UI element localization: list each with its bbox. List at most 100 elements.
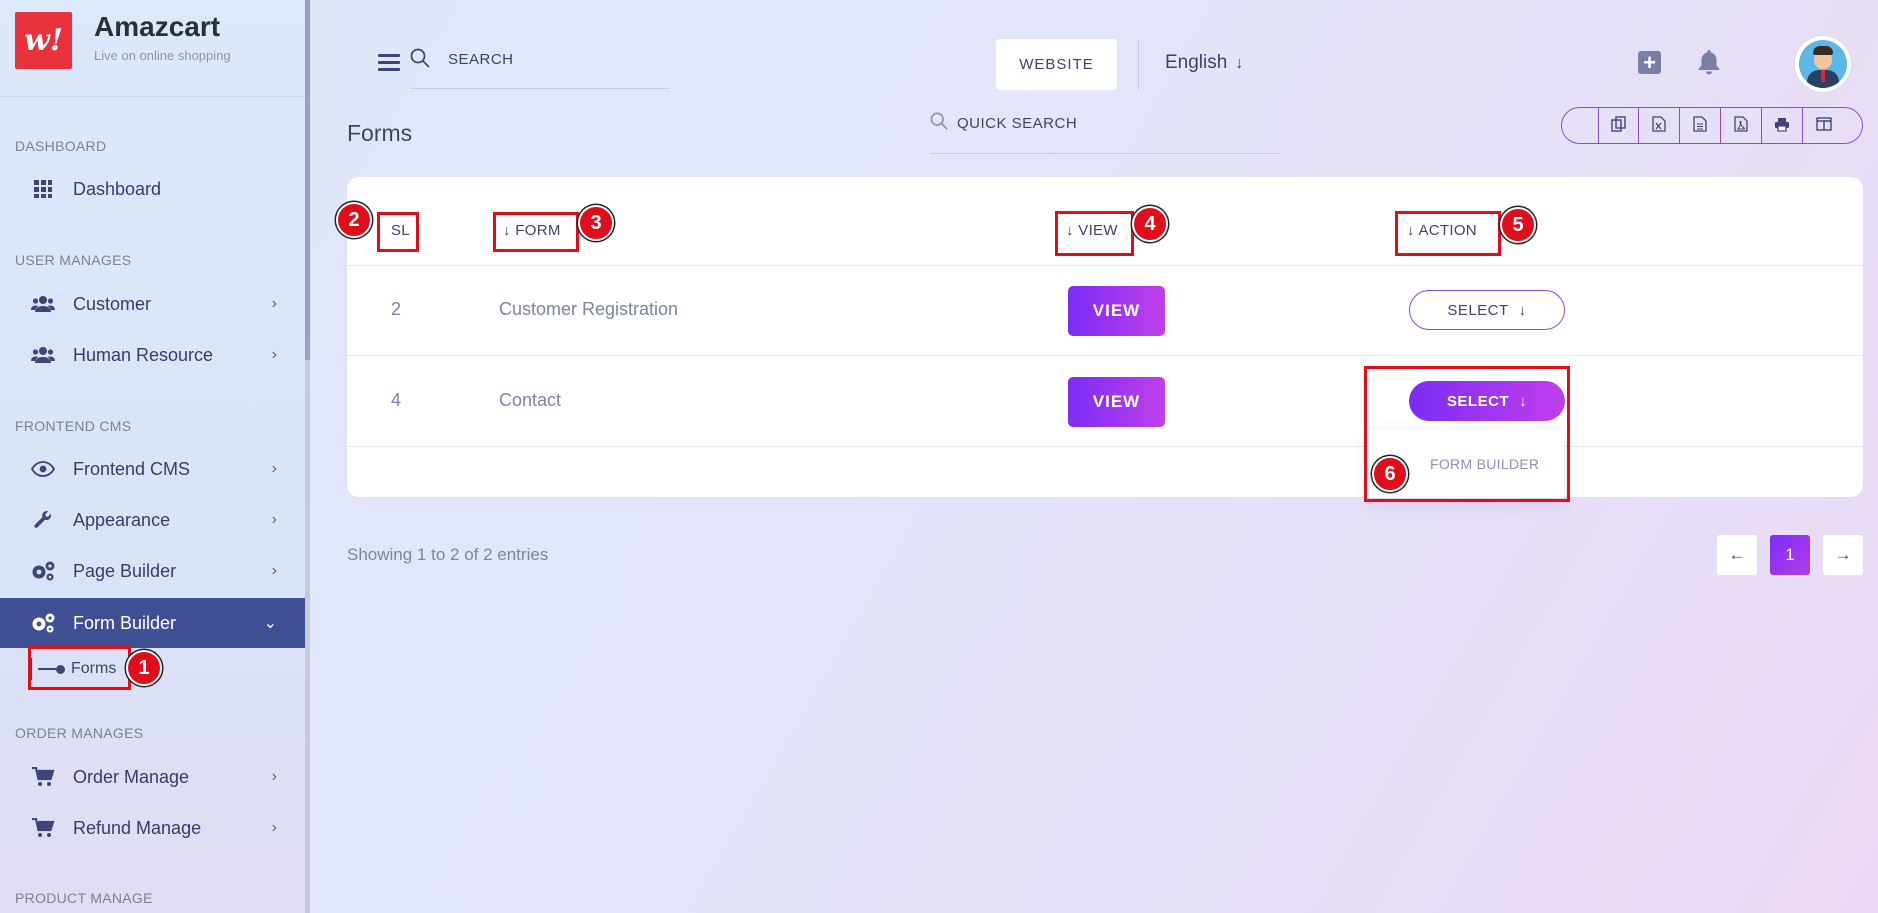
- wrench-icon: [30, 509, 56, 531]
- arrow-right-icon: →: [1834, 545, 1852, 564]
- section-title-user-manages: USER MANAGES: [15, 252, 132, 268]
- annotation-box: [493, 212, 579, 252]
- csv-button[interactable]: [1680, 108, 1721, 143]
- print-button[interactable]: [1762, 108, 1803, 143]
- annotation-badge: 5: [1500, 207, 1536, 243]
- chevron-right-icon: ›: [271, 346, 277, 363]
- columns-button[interactable]: [1803, 108, 1844, 143]
- search-box: [410, 45, 670, 89]
- sidebar-item-label: Order Manage: [73, 766, 190, 787]
- printer-icon: [1774, 117, 1790, 135]
- sidebar-item-label: Customer: [73, 293, 152, 314]
- sidebar-item-label: Human Resource: [73, 344, 214, 365]
- annotation-badge: 4: [1132, 206, 1168, 242]
- chevron-right-icon: ›: [271, 511, 277, 528]
- cogs-icon: [30, 612, 56, 634]
- row-divider: [347, 265, 1863, 266]
- sidebar-item-label: Form Builder: [73, 612, 177, 633]
- scrollbar-thumb[interactable]: [305, 0, 310, 360]
- file-pdf-icon: [1734, 116, 1748, 135]
- sidebar-scrollbar[interactable]: [305, 0, 310, 913]
- table-cell-form: Customer Registration: [499, 299, 679, 319]
- table-cell-sl: 2: [391, 299, 402, 319]
- chevron-right-icon: ›: [271, 295, 277, 312]
- sidebar-item-label: Appearance: [73, 509, 171, 530]
- sidebar-item-appearance[interactable]: Appearance ›: [0, 495, 305, 545]
- sidebar-item-refund-manage[interactable]: Refund Manage ›: [0, 803, 305, 853]
- sidebar-item-label: Dashboard: [73, 178, 162, 199]
- select-label: SELECT: [1447, 301, 1509, 319]
- table-cell-form: Contact: [499, 390, 562, 410]
- select-action-button[interactable]: SELECT ↓: [1409, 290, 1565, 330]
- arrow-down-icon: ↓: [1235, 55, 1244, 72]
- arrow-down-icon: ↓: [1518, 301, 1527, 319]
- sidebar-item-form-builder[interactable]: Form Builder ⌄: [0, 598, 305, 648]
- quick-search-input[interactable]: [957, 115, 1257, 132]
- language-selector[interactable]: English ↓: [1165, 52, 1243, 74]
- section-title-product-manage: PRODUCT MANAGE: [15, 890, 153, 906]
- arrow-left-icon: ←: [1728, 545, 1746, 564]
- excel-button[interactable]: [1639, 108, 1680, 143]
- sidebar-item-page-builder[interactable]: Page Builder ›: [0, 546, 305, 596]
- users-icon: [30, 293, 56, 315]
- annotation-box: [377, 212, 419, 252]
- search-icon: [930, 112, 948, 136]
- section-title-frontend-cms: FRONTEND CMS: [15, 418, 132, 434]
- brand-tagline: Live on online shopping: [94, 48, 231, 63]
- sidebar-item-human-resource[interactable]: Human Resource ›: [0, 330, 305, 380]
- pagination-page-button[interactable]: 1: [1770, 535, 1810, 575]
- menu-toggle-icon[interactable]: [378, 54, 400, 72]
- bell-icon[interactable]: [1697, 49, 1721, 82]
- annotation-badge: 6: [1372, 456, 1408, 492]
- user-avatar[interactable]: [1795, 36, 1851, 92]
- row-divider: [347, 446, 1863, 447]
- file-excel-icon: [1652, 116, 1666, 135]
- view-button[interactable]: VIEW: [1068, 286, 1165, 336]
- grid-icon: [30, 178, 56, 200]
- annotation-badge: 3: [578, 205, 614, 241]
- sidebar-item-customer[interactable]: Customer ›: [0, 279, 305, 329]
- section-title-order-manages: ORDER MANAGES: [15, 725, 144, 741]
- pagination-next-button[interactable]: →: [1823, 535, 1863, 575]
- search-input[interactable]: [448, 51, 648, 68]
- annotation-box: [28, 646, 131, 690]
- view-button[interactable]: VIEW: [1068, 377, 1165, 427]
- quick-search-box: [930, 110, 1280, 154]
- copy-button[interactable]: [1598, 108, 1639, 143]
- annotation-badge: 1: [126, 650, 162, 686]
- chevron-right-icon: ›: [271, 562, 277, 579]
- brand-logo-icon: w!: [15, 12, 72, 69]
- sidebar-item-label: Frontend CMS: [73, 458, 191, 479]
- chevron-down-icon: ⌄: [263, 615, 277, 632]
- entries-info: Showing 1 to 2 of 2 entries: [347, 545, 549, 564]
- sidebar-item-frontend-cms[interactable]: Frontend CMS ›: [0, 444, 305, 494]
- pdf-button[interactable]: [1721, 108, 1762, 143]
- sidebar-item-label: Page Builder: [73, 560, 177, 581]
- chevron-right-icon: ›: [271, 460, 277, 477]
- pagination-prev-button[interactable]: ←: [1717, 535, 1757, 575]
- website-button[interactable]: WEBSITE: [996, 39, 1117, 90]
- eye-icon: [30, 458, 56, 480]
- add-icon[interactable]: +: [1638, 51, 1661, 74]
- copy-icon: [1610, 116, 1627, 135]
- cart-icon: [30, 817, 56, 839]
- annotation-badge: 2: [336, 202, 372, 238]
- header-divider: [1138, 39, 1139, 90]
- chevron-right-icon: ›: [271, 819, 277, 836]
- columns-icon: [1815, 117, 1832, 134]
- users-icon: [30, 344, 56, 366]
- cogs-icon: [30, 560, 56, 582]
- annotation-box: [1395, 211, 1501, 256]
- chevron-right-icon: ›: [271, 768, 277, 785]
- section-title-dashboard: DASHBOARD: [15, 138, 107, 154]
- export-button-group: [1561, 107, 1863, 144]
- annotation-box: [1055, 211, 1134, 256]
- sidebar-item-label: Refund Manage: [73, 817, 202, 838]
- sidebar-item-order-manage[interactable]: Order Manage ›: [0, 752, 305, 802]
- language-label: English: [1165, 52, 1228, 73]
- brand[interactable]: w! Amazcart Live on online shopping: [15, 12, 231, 69]
- sidebar-item-dashboard[interactable]: Dashboard: [0, 164, 305, 214]
- table-cell-sl: 4: [391, 390, 402, 410]
- search-icon: [410, 48, 430, 74]
- brand-divider: [0, 96, 305, 97]
